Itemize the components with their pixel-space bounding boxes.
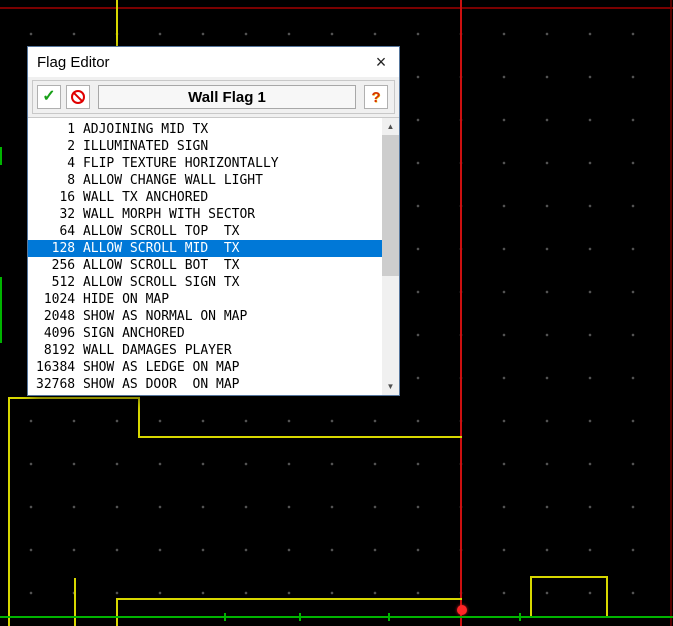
flag-name-field[interactable]: Wall Flag 1	[98, 85, 356, 109]
flag-value: 64	[59, 224, 76, 239]
list-item[interactable]: 8 ALLOW CHANGE WALL LIGHT	[28, 172, 382, 189]
flag-label: FLIP TEXTURE HORIZONTALLY	[75, 156, 279, 171]
list-item[interactable]: 256 ALLOW SCROLL BOT TX	[28, 257, 382, 274]
check-icon: ✓	[42, 88, 56, 105]
flag-label: SHOW AS NORMAL ON MAP	[75, 309, 248, 324]
map-wall-yellow-h-mid[interactable]	[138, 436, 462, 438]
scrollbar-thumb[interactable]	[382, 135, 399, 276]
flag-label: ALLOW SCROLL BOT TX	[75, 258, 240, 273]
map-wall-yellow-top[interactable]	[116, 0, 118, 46]
flag-label: WALL TX ANCHORED	[75, 190, 209, 205]
flag-label: WALL MORPH WITH SECTOR	[75, 207, 256, 222]
list-item[interactable]: 16 WALL TX ANCHORED	[28, 189, 382, 206]
map-wall-yellow-h-below-dialog[interactable]	[8, 397, 140, 399]
flag-label: SHOW AS DOOR ON MAP	[75, 377, 240, 392]
map-wall-yellow-v-far-left[interactable]	[8, 397, 10, 626]
list-item[interactable]: 4 FLIP TEXTURE HORIZONTALLY	[28, 155, 382, 172]
flag-label: ILLUMINATED SIGN	[75, 139, 209, 154]
flag-label: ADJOINING MID TX	[75, 122, 209, 137]
vertex-tick[interactable]	[299, 613, 301, 621]
scrollbar[interactable]: ▲ ▼	[382, 118, 399, 395]
flag-value: 4096	[43, 326, 76, 341]
map-wall-green-bottom[interactable]	[0, 616, 673, 618]
cancel-button[interactable]	[66, 85, 90, 109]
flag-value: 512	[51, 275, 76, 290]
close-icon[interactable]: ×	[363, 47, 399, 77]
map-wall-green-left-a[interactable]	[0, 147, 2, 165]
flag-value: 8192	[43, 343, 76, 358]
map-wall-yellow-v-mid[interactable]	[138, 397, 140, 438]
list-item[interactable]: 4096 SIGN ANCHORED	[28, 325, 382, 342]
list-item[interactable]: 128 ALLOW SCROLL MID TX	[28, 240, 382, 257]
map-wall-yellow-corner-v2[interactable]	[606, 576, 608, 617]
list-item[interactable]: 32 WALL MORPH WITH SECTOR	[28, 206, 382, 223]
selected-vertex-dot[interactable]	[457, 605, 467, 615]
flag-list[interactable]: 1 ADJOINING MID TX 2 ILLUMINATED SIGN 4 FL…	[28, 118, 382, 395]
map-wall-yellow-corner-v1[interactable]	[530, 576, 532, 617]
flag-value: 32	[59, 207, 76, 222]
list-item[interactable]: 8192 WALL DAMAGES PLAYER	[28, 342, 382, 359]
flag-value: 32768	[36, 377, 76, 392]
list-item[interactable]: 1 ADJOINING MID TX	[28, 121, 382, 138]
vertex-tick[interactable]	[519, 613, 521, 621]
flag-value: 128	[51, 241, 76, 256]
flag-label: ALLOW SCROLL MID TX	[75, 241, 240, 256]
map-wall-yellow-v-bottom-left[interactable]	[74, 578, 76, 626]
flag-value: 1024	[43, 292, 76, 307]
title-bar: Flag Editor ×	[28, 47, 399, 77]
map-wall-yellow-corner-h[interactable]	[530, 576, 608, 578]
flag-value: 16384	[36, 360, 76, 375]
map-wall-yellow-h-low[interactable]	[116, 598, 462, 600]
list-item[interactable]: 512 ALLOW SCROLL SIGN TX	[28, 274, 382, 291]
map-wall-yellow-v-low-left[interactable]	[116, 598, 118, 626]
flag-label: SHOW AS LEDGE ON MAP	[75, 360, 240, 375]
vertex-tick[interactable]	[388, 613, 390, 621]
flag-value: 256	[51, 258, 76, 273]
list-item[interactable]: 2048 SHOW AS NORMAL ON MAP	[28, 308, 382, 325]
flag-label: WALL DAMAGES PLAYER	[75, 343, 232, 358]
map-wall-green-left-b[interactable]	[0, 277, 2, 343]
list-item[interactable]: 2 ILLUMINATED SIGN	[28, 138, 382, 155]
flag-editor-dialog: Flag Editor × ✓ Wall Flag 1 ? 1 ADJOININ…	[27, 46, 400, 396]
scrollbar-track[interactable]	[382, 135, 399, 378]
map-wall-dark-red-right-edge[interactable]	[670, 0, 672, 626]
list-item[interactable]: 64 ALLOW SCROLL TOP TX	[28, 223, 382, 240]
toolbar: ✓ Wall Flag 1 ?	[32, 80, 395, 114]
scroll-down-icon[interactable]: ▼	[382, 378, 399, 395]
flag-value: 8	[67, 173, 76, 188]
ok-button[interactable]: ✓	[37, 85, 61, 109]
no-entry-icon	[71, 90, 85, 104]
list-item[interactable]: 1024 HIDE ON MAP	[28, 291, 382, 308]
editor-screen: Flag Editor × ✓ Wall Flag 1 ? 1 ADJOININ…	[0, 0, 673, 626]
help-button[interactable]: ?	[364, 85, 388, 109]
flag-label: HIDE ON MAP	[75, 292, 170, 307]
question-icon: ?	[371, 88, 381, 106]
map-wall-red-vertical[interactable]	[460, 0, 462, 626]
flag-label: SIGN ANCHORED	[75, 326, 185, 341]
list-item[interactable]: 32768 SHOW AS DOOR ON MAP	[28, 376, 382, 393]
flag-label: ALLOW SCROLL TOP TX	[75, 224, 240, 239]
flag-value: 1	[67, 122, 76, 137]
list-item[interactable]: 16384 SHOW AS LEDGE ON MAP	[28, 359, 382, 376]
flag-value: 2	[67, 139, 76, 154]
flag-list-panel: 1 ADJOINING MID TX 2 ILLUMINATED SIGN 4 FL…	[28, 117, 399, 395]
flag-value: 16	[59, 190, 76, 205]
vertex-tick[interactable]	[224, 613, 226, 621]
flag-label: ALLOW SCROLL SIGN TX	[75, 275, 240, 290]
dialog-title: Flag Editor	[37, 53, 110, 71]
flag-value: 4	[67, 156, 76, 171]
flag-value: 2048	[43, 309, 76, 324]
scroll-up-icon[interactable]: ▲	[382, 118, 399, 135]
flag-label: ALLOW CHANGE WALL LIGHT	[75, 173, 263, 188]
map-wall-dark-red-top[interactable]	[0, 7, 673, 9]
